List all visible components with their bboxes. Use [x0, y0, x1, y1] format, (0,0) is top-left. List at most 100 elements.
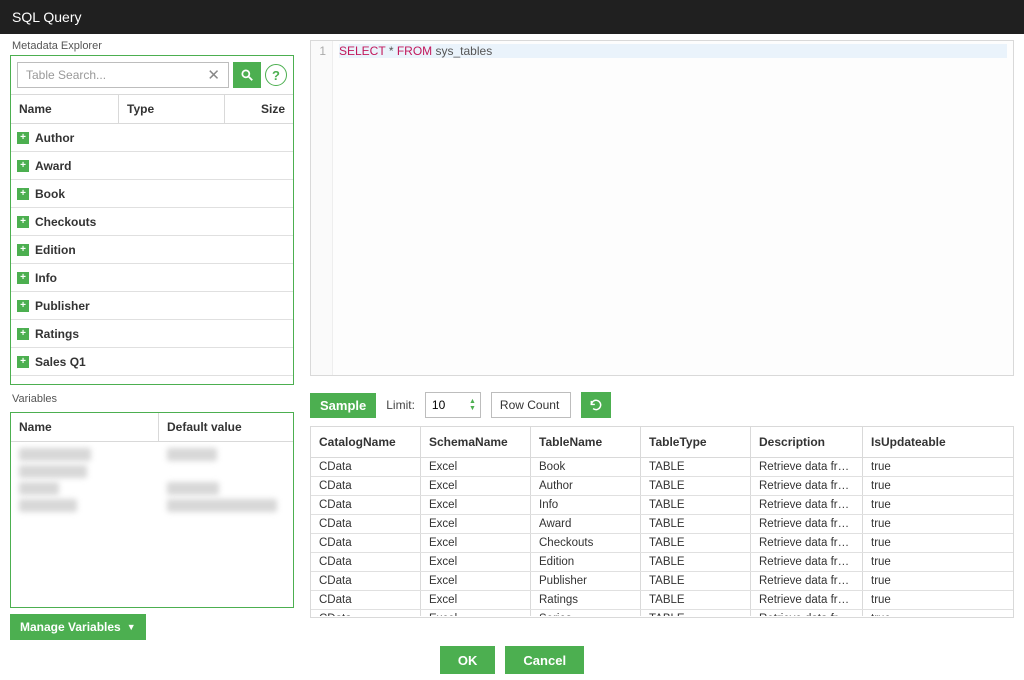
- results-row[interactable]: CDataExcelCheckoutsTABLERetrieve data fr…: [311, 534, 1013, 553]
- tree-item[interactable]: +Info: [11, 264, 293, 292]
- refresh-button[interactable]: [581, 392, 611, 418]
- left-column: Metadata Explorer ✕ ? Name Type Size +Au: [0, 34, 302, 640]
- sample-bar: Sample Limit: ▲ ▼ Row Count: [310, 392, 1014, 418]
- stepper-up-icon[interactable]: ▲: [469, 398, 476, 405]
- limit-stepper[interactable]: ▲ ▼: [425, 392, 481, 418]
- line-number: 1: [319, 44, 326, 58]
- variables-label: Variables: [12, 393, 294, 405]
- expand-icon[interactable]: +: [17, 188, 29, 200]
- expand-icon[interactable]: +: [17, 244, 29, 256]
- results-cell: Publisher: [531, 572, 641, 590]
- results-col-header[interactable]: SchemaName: [421, 427, 531, 457]
- var-col-default[interactable]: Default value: [159, 413, 293, 441]
- results-columns: CatalogNameSchemaNameTableNameTableTypeD…: [311, 427, 1013, 458]
- results-col-header[interactable]: Description: [751, 427, 863, 457]
- results-cell: Retrieve data from t...: [751, 496, 863, 514]
- results-cell: Book: [531, 458, 641, 476]
- results-cell: Excel: [421, 553, 531, 571]
- app-body: Metadata Explorer ✕ ? Name Type Size +Au: [0, 34, 1024, 640]
- results-row[interactable]: CDataExcelInfoTABLERetrieve data from t.…: [311, 496, 1013, 515]
- expand-icon[interactable]: +: [17, 216, 29, 228]
- results-row[interactable]: CDataExcelRatingsTABLERetrieve data from…: [311, 591, 1013, 610]
- tree-item-label: Award: [35, 159, 71, 173]
- sql-editor[interactable]: 1 SELECT * FROM sys_tables: [310, 40, 1014, 376]
- results-cell: true: [863, 515, 975, 533]
- results-body[interactable]: CDataExcelBookTABLERetrieve data from t.…: [311, 458, 1013, 616]
- window-title: SQL Query: [12, 9, 82, 25]
- tree-item[interactable]: + Sales Q1: [11, 348, 293, 376]
- keyword-select: SELECT: [339, 44, 385, 58]
- results-cell: TABLE: [641, 496, 751, 514]
- expand-icon[interactable]: +: [17, 300, 29, 312]
- var-col-name[interactable]: Name: [11, 413, 159, 441]
- results-cell: true: [863, 591, 975, 609]
- expand-icon[interactable]: +: [17, 160, 29, 172]
- results-col-header[interactable]: IsUpdateable: [863, 427, 975, 457]
- tree-item[interactable]: + Author: [11, 124, 293, 152]
- expand-icon[interactable]: +: [17, 328, 29, 340]
- results-cell: Excel: [421, 458, 531, 476]
- col-header-size[interactable]: Size: [225, 95, 293, 123]
- stepper-down-icon[interactable]: ▼: [469, 405, 476, 412]
- results-cell: Excel: [421, 534, 531, 552]
- tree-item[interactable]: +Ratings: [11, 320, 293, 348]
- expand-icon[interactable]: +: [17, 272, 29, 284]
- limit-input[interactable]: [430, 397, 464, 413]
- rowcount-dropdown[interactable]: Row Count: [491, 392, 571, 418]
- results-cell: Excel: [421, 477, 531, 495]
- results-cell: Retrieve data from t...: [751, 572, 863, 590]
- explorer-tree[interactable]: +Author+Award+Book+Checkouts+Edition+Inf…: [11, 124, 293, 384]
- results-cell: CData: [311, 553, 421, 571]
- search-input-wrap[interactable]: ✕: [17, 62, 229, 88]
- results-cell: CData: [311, 458, 421, 476]
- results-cell: CData: [311, 572, 421, 590]
- search-input[interactable]: [24, 67, 205, 83]
- col-header-name[interactable]: Name: [11, 95, 119, 123]
- results-row[interactable]: CDataExcelBookTABLERetrieve data from t.…: [311, 458, 1013, 477]
- results-cell: TABLE: [641, 477, 751, 495]
- token-ident: sys_tables: [436, 44, 493, 58]
- limit-label: Limit:: [386, 398, 415, 412]
- tree-item[interactable]: + Award: [11, 152, 293, 180]
- results-grid: CatalogNameSchemaNameTableNameTableTypeD…: [310, 426, 1014, 618]
- results-cell: TABLE: [641, 610, 751, 616]
- results-cell: CData: [311, 591, 421, 609]
- chevron-down-icon: ▼: [127, 622, 136, 632]
- manage-variables-button[interactable]: Manage Variables ▼: [10, 614, 146, 640]
- results-cell: Retrieve data from t...: [751, 477, 863, 495]
- results-cell: CData: [311, 610, 421, 616]
- cancel-button[interactable]: Cancel: [505, 646, 584, 674]
- ok-button[interactable]: OK: [440, 646, 496, 674]
- results-col-header[interactable]: TableName: [531, 427, 641, 457]
- results-cell: true: [863, 477, 975, 495]
- results-row[interactable]: CDataExcelAwardTABLERetrieve data from t…: [311, 515, 1013, 534]
- tree-item-label: Edition: [35, 243, 76, 257]
- col-header-type[interactable]: Type: [119, 95, 225, 123]
- results-cell: TABLE: [641, 534, 751, 552]
- results-col-header[interactable]: CatalogName: [311, 427, 421, 457]
- results-col-header[interactable]: TableType: [641, 427, 751, 457]
- tree-item[interactable]: + Edition: [11, 236, 293, 264]
- search-icon: [240, 68, 254, 82]
- results-cell: true: [863, 496, 975, 514]
- editor-code[interactable]: SELECT * FROM sys_tables: [333, 41, 1013, 375]
- help-button[interactable]: ?: [265, 64, 287, 86]
- expand-icon[interactable]: +: [17, 132, 29, 144]
- expand-icon[interactable]: +: [17, 356, 29, 368]
- results-row[interactable]: CDataExcelSeriesTABLERetrieve data from …: [311, 610, 1013, 616]
- tree-item-label: Sales Q1: [35, 355, 86, 369]
- tree-item-label: Author: [35, 131, 74, 145]
- tree-item[interactable]: +Checkouts: [11, 208, 293, 236]
- results-cell: true: [863, 534, 975, 552]
- variables-column-headers: Name Default value: [11, 413, 293, 442]
- results-cell: CData: [311, 477, 421, 495]
- keyword-from: FROM: [397, 44, 432, 58]
- results-row[interactable]: CDataExcelAuthorTABLERetrieve data from …: [311, 477, 1013, 496]
- search-button[interactable]: [233, 62, 261, 88]
- results-row[interactable]: CDataExcelPublisherTABLERetrieve data fr…: [311, 572, 1013, 591]
- clear-search-icon[interactable]: ✕: [205, 66, 222, 84]
- tree-item[interactable]: +Publisher: [11, 292, 293, 320]
- results-row[interactable]: CDataExcelEditionTABLERetrieve data from…: [311, 553, 1013, 572]
- results-cell: TABLE: [641, 572, 751, 590]
- tree-item[interactable]: +Book: [11, 180, 293, 208]
